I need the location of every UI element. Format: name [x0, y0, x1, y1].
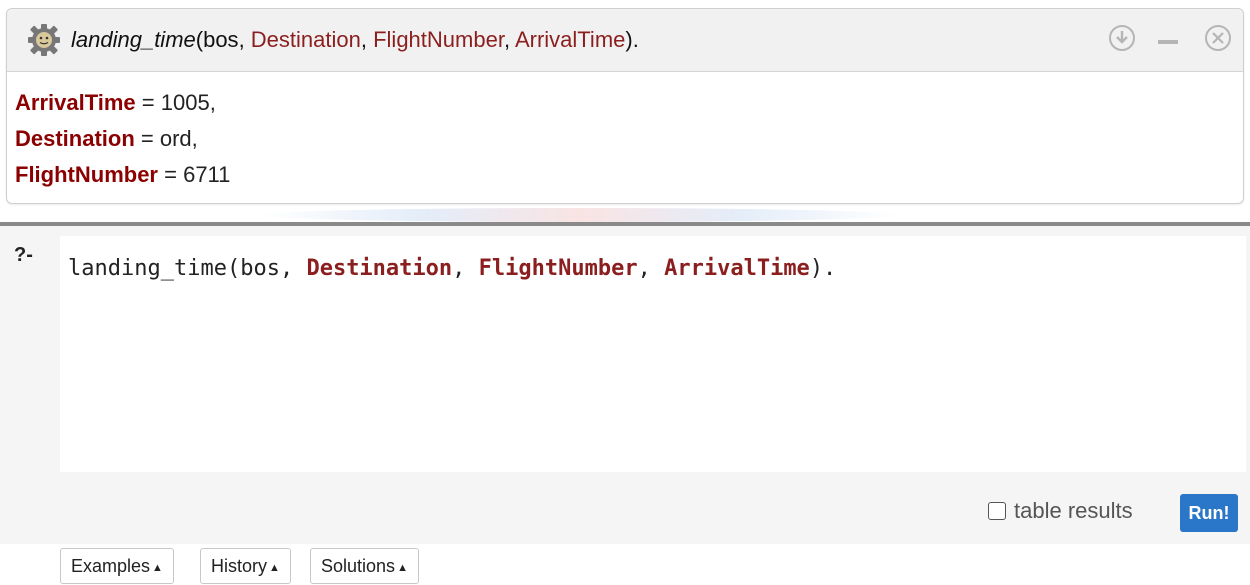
query-arg-variable: Destination — [250, 27, 361, 52]
caret-up-icon: ▲ — [269, 562, 280, 574]
code-arg-variable: FlightNumber — [478, 256, 638, 281]
history-button[interactable]: History ▲ — [200, 548, 291, 584]
binding-value: 6711 — [183, 162, 231, 187]
query-predicate: landing_time — [71, 27, 196, 52]
table-results-label[interactable]: table results — [1014, 498, 1133, 524]
divider-glow — [260, 208, 900, 222]
minimize-icon[interactable] — [1153, 23, 1183, 53]
answer-panel: landing_time(bos, Destination, FlightNum… — [6, 8, 1244, 204]
query-arg: bos — [203, 27, 239, 52]
code-arg-variable: Destination — [306, 256, 453, 281]
table-results-checkbox[interactable] — [988, 502, 1006, 520]
run-button[interactable]: Run! — [1180, 494, 1238, 532]
query-arg-variable: ArrivalTime — [514, 27, 626, 52]
answer-binding: FlightNumber = 6711 — [15, 162, 231, 187]
answer-bindings: ArrivalTime = 1005, Destination = ord, F… — [15, 85, 230, 193]
binding-name: Destination — [15, 126, 135, 151]
query-editor-pane: ?- landing_time(bos, Destination, Flight… — [0, 226, 1250, 584]
binding-value: 1005 — [160, 90, 210, 115]
caret-up-icon: ▲ — [397, 562, 408, 574]
download-icon[interactable] — [1107, 23, 1137, 53]
code-arg: bos — [240, 256, 280, 281]
query-editor[interactable]: landing_time(bos, Destination, FlightNum… — [60, 236, 1246, 472]
answer-panel-header: landing_time(bos, Destination, FlightNum… — [7, 9, 1243, 72]
code-arg-variable: ArrivalTime — [664, 256, 810, 281]
binding-value: ord — [159, 126, 192, 151]
query-code-line[interactable]: landing_time(bos, Destination, FlightNum… — [68, 256, 836, 281]
binding-name: FlightNumber — [15, 162, 158, 187]
binding-name: ArrivalTime — [15, 90, 136, 115]
code-predicate: landing_time — [68, 256, 227, 281]
examples-button[interactable]: Examples ▲ — [60, 548, 174, 584]
query-prompt: ?- — [14, 244, 33, 266]
query-arg-variable: FlightNumber — [373, 27, 504, 52]
answer-binding: ArrivalTime = 1005, — [15, 90, 216, 115]
answer-binding: Destination = ord, — [15, 126, 198, 151]
caret-up-icon: ▲ — [152, 562, 163, 574]
answer-query-text: landing_time(bos, Destination, FlightNum… — [71, 27, 639, 52]
paren-open: ( — [195, 27, 204, 52]
solutions-button[interactable]: Solutions ▲ — [310, 548, 419, 584]
swish-gear-icon — [28, 24, 60, 56]
close-icon[interactable] — [1203, 23, 1233, 53]
